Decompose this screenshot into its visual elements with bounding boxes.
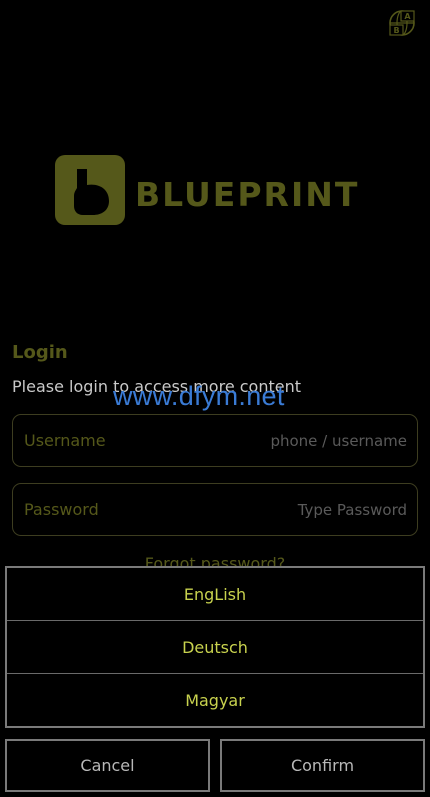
- language-option-magyar[interactable]: Magyar: [7, 674, 423, 727]
- brand-name: BLUEPRINT: [135, 175, 359, 214]
- username-input[interactable]: [177, 430, 407, 452]
- language-option-english[interactable]: EngLish: [7, 568, 423, 621]
- forgot-password-link[interactable]: Forgot password?: [0, 556, 430, 566]
- svg-text:B: B: [393, 26, 399, 35]
- language-globe-icon[interactable]: A B: [388, 9, 416, 37]
- svg-text:A: A: [404, 12, 411, 21]
- brand-logo: BLUEPRINT: [55, 155, 377, 225]
- login-title: Login: [12, 342, 68, 363]
- language-option-list: EngLish Deutsch Magyar: [5, 566, 425, 728]
- password-field[interactable]: Password: [12, 483, 418, 536]
- password-input[interactable]: [177, 499, 407, 521]
- confirm-button[interactable]: Confirm: [220, 739, 425, 792]
- password-label: Password: [24, 500, 99, 519]
- watermark: www.dfym.net: [113, 381, 285, 411]
- username-label: Username: [24, 431, 106, 450]
- cancel-button[interactable]: Cancel: [5, 739, 210, 792]
- username-field[interactable]: Username: [12, 414, 418, 467]
- language-option-deutsch[interactable]: Deutsch: [7, 621, 423, 674]
